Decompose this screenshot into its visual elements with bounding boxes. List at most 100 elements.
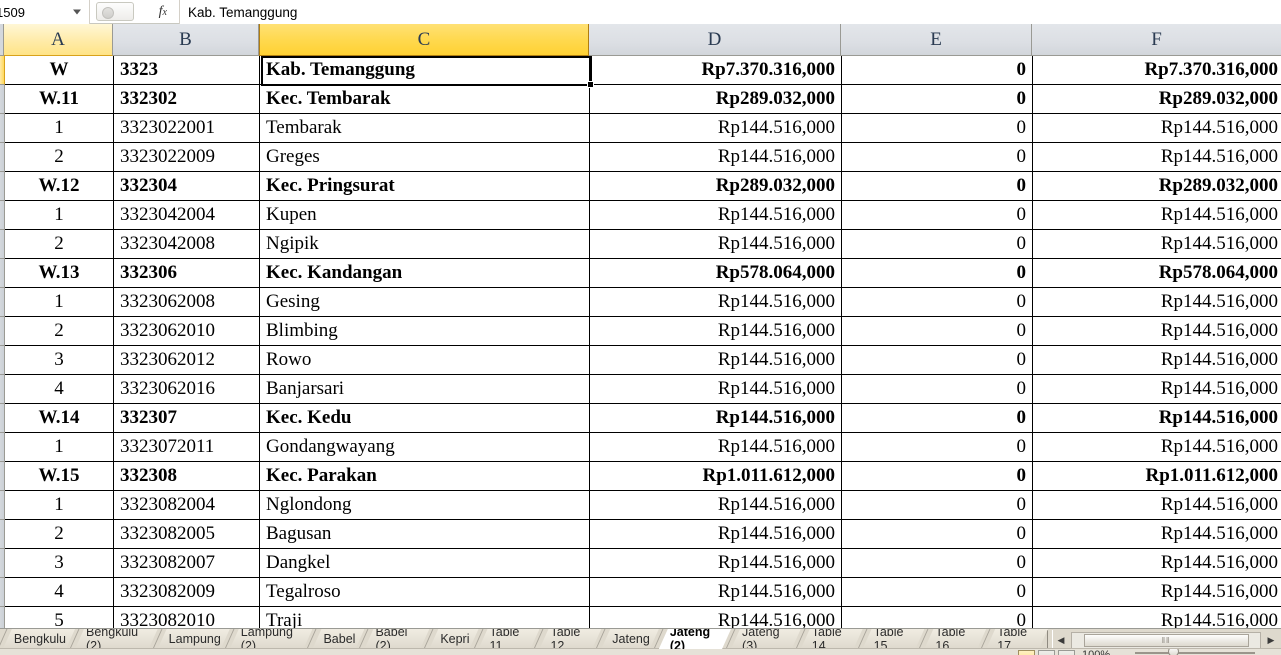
cell-d12[interactable]: Rp144.516,000	[590, 375, 842, 404]
sheet-tab-table-16[interactable]: Table 16	[924, 629, 986, 649]
cell-d3[interactable]: Rp144.516,000	[590, 114, 842, 143]
sheet-tab-babel-2[interactable]: Babel (2)	[364, 629, 429, 649]
table-row[interactable]: W.15 332308 Kec. Parakan Rp1.011.612,000 0 Rp…	[0, 462, 1281, 491]
sheet-tab-table-11[interactable]: Table 11	[479, 629, 540, 649]
cell-c19[interactable]: Tegalroso	[260, 578, 590, 607]
table-row[interactable]: 1 3323082004 Nglondong Rp144.516,000 0 Rp144.…	[0, 491, 1281, 520]
column-header-e[interactable]: E	[841, 24, 1032, 56]
sheet-tab-jateng-2[interactable]: Jateng (2)	[659, 629, 731, 649]
cell-b19[interactable]: 3323082009	[114, 578, 260, 607]
cell-a2[interactable]: W.11	[5, 85, 114, 114]
cell-a5[interactable]: W.12	[5, 172, 114, 201]
cell-c7[interactable]: Ngipik	[260, 230, 590, 259]
cell-b12[interactable]: 3323062016	[114, 375, 260, 404]
page-break-view-icon[interactable]	[1058, 650, 1075, 655]
cell-f20[interactable]: Rp144.516,000	[1033, 607, 1281, 628]
column-header-f[interactable]: F	[1032, 24, 1281, 56]
formula-input[interactable]: Kab. Temanggung	[180, 0, 1281, 24]
cell-f14[interactable]: Rp144.516,000	[1033, 433, 1281, 462]
cell-c16[interactable]: Nglondong	[260, 491, 590, 520]
cell-b2[interactable]: 332302	[114, 85, 260, 114]
cell-b10[interactable]: 3323062010	[114, 317, 260, 346]
cell-d20[interactable]: Rp144.516,000	[590, 607, 842, 628]
column-header-c[interactable]: C	[259, 24, 589, 56]
cell-c2[interactable]: Kec. Tembarak	[260, 85, 590, 114]
table-row[interactable]: W.12 332304 Kec. Pringsurat Rp289.032,000 0 R…	[0, 172, 1281, 201]
cell-e8[interactable]: 0	[842, 259, 1033, 288]
cell-d13[interactable]: Rp144.516,000	[590, 404, 842, 433]
zoom-slider-knob[interactable]	[1168, 649, 1179, 655]
cell-b9[interactable]: 3323062008	[114, 288, 260, 317]
sheet-tab-kepri[interactable]: Kepri	[429, 629, 478, 649]
cell-e10[interactable]: 0	[842, 317, 1033, 346]
normal-view-icon[interactable]	[1018, 650, 1035, 655]
table-row[interactable]: W.11 332302 Kec. Tembarak Rp289.032,000 0 Rp2…	[0, 85, 1281, 114]
cell-e2[interactable]: 0	[842, 85, 1033, 114]
cell-a19[interactable]: 4	[5, 578, 114, 607]
cell-d14[interactable]: Rp144.516,000	[590, 433, 842, 462]
cell-f16[interactable]: Rp144.516,000	[1033, 491, 1281, 520]
cell-d4[interactable]: Rp144.516,000	[590, 143, 842, 172]
cell-e17[interactable]: 0	[842, 520, 1033, 549]
cell-b3[interactable]: 3323022001	[114, 114, 260, 143]
cell-c10[interactable]: Blimbing	[260, 317, 590, 346]
cell-a18[interactable]: 3	[5, 549, 114, 578]
table-row[interactable]: 3 3323062012 Rowo Rp144.516,000 0 Rp144.516,0…	[0, 346, 1281, 375]
sheet-tab-lampung-2[interactable]: Lampung (2)	[230, 629, 313, 649]
cell-e18[interactable]: 0	[842, 549, 1033, 578]
cell-b4[interactable]: 3323022009	[114, 143, 260, 172]
cell-b1[interactable]: 3323	[114, 56, 260, 85]
cell-e6[interactable]: 0	[842, 201, 1033, 230]
cell-b17[interactable]: 3323082005	[114, 520, 260, 549]
column-header-d[interactable]: D	[589, 24, 841, 56]
cell-f2[interactable]: Rp289.032,000	[1033, 85, 1281, 114]
name-box[interactable]: 1509	[0, 0, 90, 24]
horizontal-scrollbar[interactable]: ‖‖	[1071, 631, 1261, 649]
cell-f4[interactable]: Rp144.516,000	[1033, 143, 1281, 172]
zoom-slider[interactable]	[1135, 652, 1255, 654]
cell-e7[interactable]: 0	[842, 230, 1033, 259]
cell-c4[interactable]: Greges	[260, 143, 590, 172]
sheet-tab-babel[interactable]: Babel	[312, 629, 364, 649]
cell-f8[interactable]: Rp578.064,000	[1033, 259, 1281, 288]
cell-c12[interactable]: Banjarsari	[260, 375, 590, 404]
table-row[interactable]: 1 3323072011 Gondangwayang Rp144.516,000 0 Rp…	[0, 433, 1281, 462]
sheet-tab-table-15[interactable]: Table 15	[863, 629, 925, 649]
cell-d11[interactable]: Rp144.516,000	[590, 346, 842, 375]
cell-c9[interactable]: Gesing	[260, 288, 590, 317]
cell-b8[interactable]: 332306	[114, 259, 260, 288]
cell-a16[interactable]: 1	[5, 491, 114, 520]
cell-b16[interactable]: 3323082004	[114, 491, 260, 520]
cell-b6[interactable]: 3323042004	[114, 201, 260, 230]
table-row[interactable]: 4 3323082009 Tegalroso Rp144.516,000 0 Rp144.…	[0, 578, 1281, 607]
cell-e16[interactable]: 0	[842, 491, 1033, 520]
cell-a8[interactable]: W.13	[5, 259, 114, 288]
column-header-b[interactable]: B	[113, 24, 259, 56]
cell-b15[interactable]: 332308	[114, 462, 260, 491]
cell-e12[interactable]: 0	[842, 375, 1033, 404]
cell-a20[interactable]: 5	[5, 607, 114, 628]
cell-a3[interactable]: 1	[5, 114, 114, 143]
cell-c8[interactable]: Kec. Kandangan	[260, 259, 590, 288]
cell-c6[interactable]: Kupen	[260, 201, 590, 230]
cell-e15[interactable]: 0	[842, 462, 1033, 491]
cell-a17[interactable]: 2	[5, 520, 114, 549]
cell-f15[interactable]: Rp1.011.612,000	[1033, 462, 1281, 491]
cell-c14[interactable]: Gondangwayang	[260, 433, 590, 462]
table-row[interactable]: 1 3323042004 Kupen Rp144.516,000 0 Rp144.516,…	[0, 201, 1281, 230]
cell-c3[interactable]: Tembarak	[260, 114, 590, 143]
table-row[interactable]: 4 3323062016 Banjarsari Rp144.516,000 0 Rp144…	[0, 375, 1281, 404]
cell-f19[interactable]: Rp144.516,000	[1033, 578, 1281, 607]
sheet-tab-table-17[interactable]: Table 17	[986, 629, 1048, 649]
table-row[interactable]: W.14 332307 Kec. Kedu Rp144.516,000 0 Rp144.5…	[0, 404, 1281, 433]
table-row[interactable]: W 3323 Kab. Temanggung Rp7.370.316,000 0 Rp7.…	[0, 56, 1281, 85]
cell-b18[interactable]: 3323082007	[114, 549, 260, 578]
scrollbar-thumb[interactable]: ‖‖	[1083, 633, 1249, 647]
cell-f17[interactable]: Rp144.516,000	[1033, 520, 1281, 549]
cell-d5[interactable]: Rp289.032,000	[590, 172, 842, 201]
sheet-tab-bengkulu-2[interactable]: Bengkulu (2)	[75, 629, 158, 649]
page-layout-view-icon[interactable]	[1038, 650, 1055, 655]
cell-f13[interactable]: Rp144.516,000	[1033, 404, 1281, 433]
table-row[interactable]: 2 3323042008 Ngipik Rp144.516,000 0 Rp144.516…	[0, 230, 1281, 259]
cell-c13[interactable]: Kec. Kedu	[260, 404, 590, 433]
